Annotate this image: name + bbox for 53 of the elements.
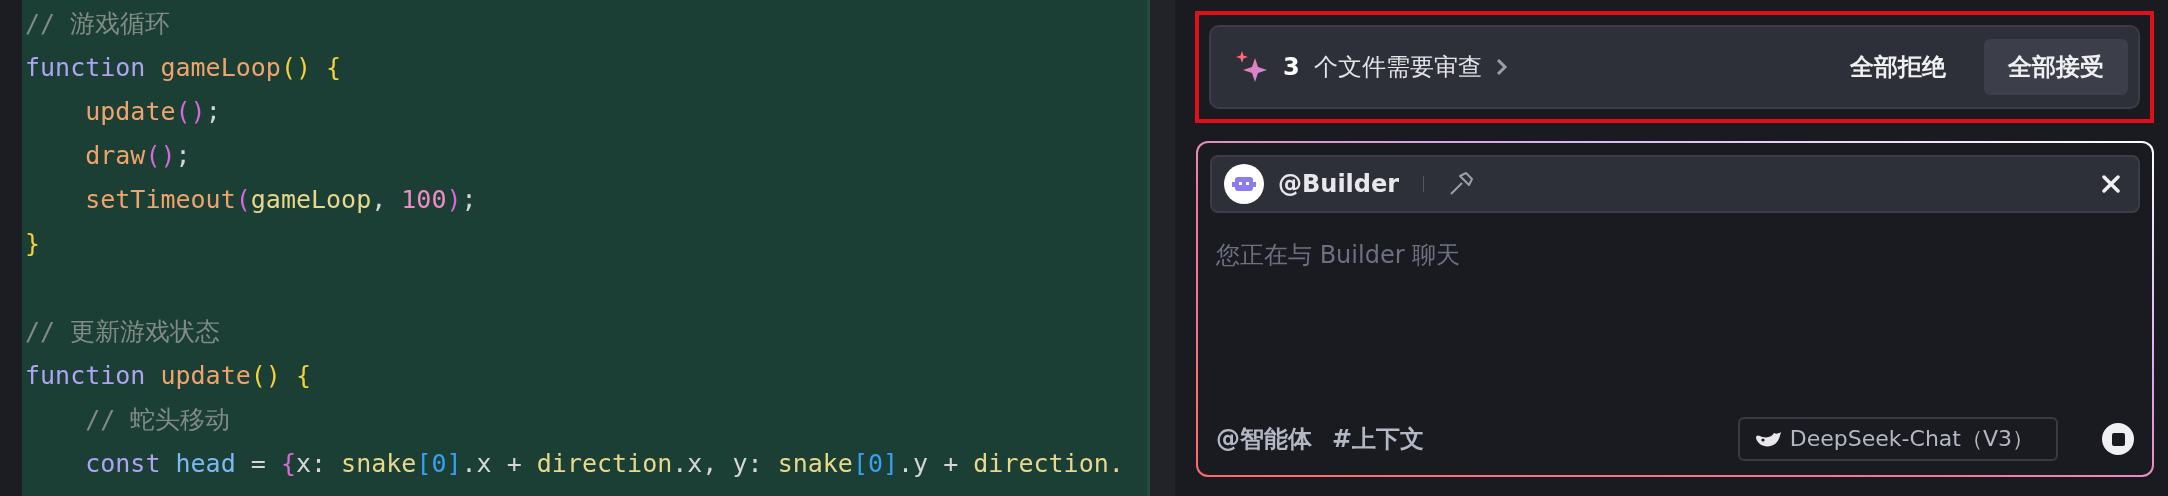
code-token: .x + — [461, 448, 523, 480]
code-token: { — [280, 448, 296, 480]
reject-all-button[interactable]: 全部拒绝 — [1826, 39, 1970, 95]
code-token: ; — [175, 140, 191, 172]
file-count: 3 — [1283, 53, 1300, 81]
code-token: gameLoop — [250, 184, 372, 216]
code-token: , — [371, 184, 388, 216]
code-token: x: — [295, 448, 328, 480]
code-token: function — [25, 360, 147, 392]
code-token: () { — [280, 52, 342, 84]
stop-button[interactable] — [2102, 423, 2134, 455]
code-token: // 更新游戏状态 — [25, 316, 221, 348]
code-token: () — [175, 96, 206, 128]
agent-mention-button[interactable]: @智能体 — [1216, 423, 1312, 455]
code-token: setTimeout — [84, 184, 236, 216]
code-token: head — [175, 448, 236, 480]
code-token: direction — [536, 448, 673, 480]
code-token: () — [145, 140, 176, 172]
code-token: snake — [777, 448, 853, 480]
code-token: update — [84, 96, 176, 128]
robot-avatar-icon — [1224, 164, 1264, 204]
code-token: 100 — [401, 184, 447, 216]
agent-name: @Builder — [1278, 170, 1400, 198]
code-token: // 游戏循环 — [25, 8, 171, 40]
code-token: direction. — [973, 448, 1124, 480]
chevron-right-icon[interactable] — [1495, 58, 1508, 76]
code-token: .x, y: — [672, 448, 764, 480]
code-token: gameLoop — [160, 52, 281, 84]
close-icon[interactable] — [2102, 175, 2120, 193]
code-token: ; — [205, 96, 221, 128]
code-token: snake — [341, 448, 417, 480]
code-token: update — [160, 360, 251, 392]
sparkle-icon — [1235, 50, 1269, 84]
code-token: () { — [250, 360, 311, 392]
code-token: ( — [235, 184, 251, 216]
code-token: = — [249, 448, 267, 480]
code-token: [0] — [852, 448, 899, 480]
context-button[interactable]: #上下文 — [1332, 423, 1425, 455]
code-token: ) — [446, 184, 462, 216]
code-token: } — [25, 228, 41, 260]
chat-input-field[interactable]: 您正在与 Builder 聊天 — [1210, 213, 2140, 417]
chat-input-box[interactable]: @Builder 您正在与 Builder 聊天 @智能体 #上下文 DeepSeek-Chat（V3） — [1196, 141, 2154, 477]
code-token: .y + — [898, 448, 960, 480]
hammer-icon[interactable] — [1448, 171, 1475, 197]
code-token: ; — [461, 184, 477, 216]
review-label: 个文件需要审查 — [1313, 52, 1482, 83]
code-token: function — [25, 52, 147, 84]
code-token: draw — [84, 140, 146, 172]
model-selector[interactable]: DeepSeek-Chat（V3） — [1737, 417, 2058, 461]
code-token: // 蛇头移动 — [84, 404, 231, 436]
code-token: [0] — [416, 448, 462, 480]
code-token: const — [84, 448, 162, 480]
accept-all-button[interactable]: 全部接受 — [1984, 39, 2128, 95]
